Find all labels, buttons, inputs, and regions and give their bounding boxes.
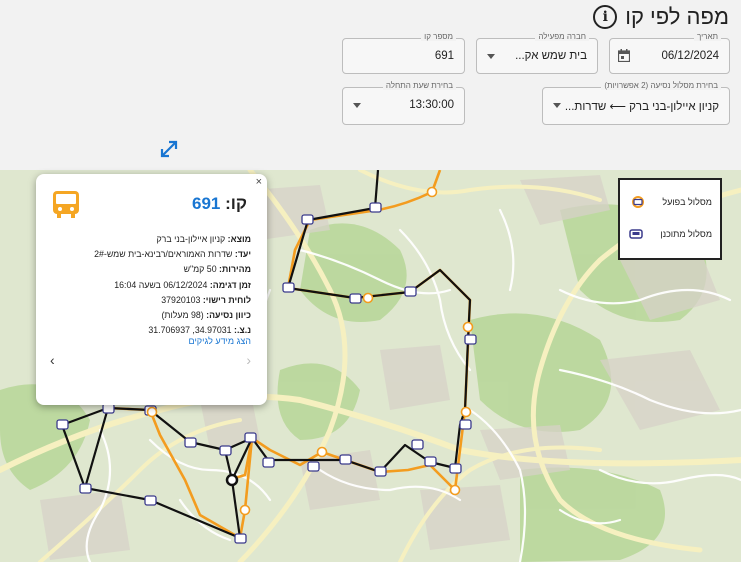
date-label: תאריך [693,32,721,41]
popup-row-sample-time: זמן דגימה: 06/12/2024 בשעה 16:04 [114,279,251,290]
legend-actual-row: מסלול בפועל [630,196,712,208]
date-field[interactable]: תאריך 06/12/2024 [609,32,730,74]
popup-row-destination: יעד: שדרות האמוראים/רבינא-בית שמש-2# [94,249,251,260]
calendar-icon[interactable] [618,49,630,62]
route-select[interactable]: בחירת מסלול נסיעה (2 אפשרויות) קניון איי… [542,81,730,125]
popup-details: מוצא: קניון איילון-בני ברק יעד: שדרות הא… [51,232,251,338]
current-position-marker[interactable] [225,473,239,487]
popup-line-label: קו: [225,194,247,213]
line-number-field[interactable]: מספר קו 691 [342,32,465,74]
info-icon[interactable]: i [593,5,618,29]
planned-route-icon [629,229,643,239]
operator-value: בית שמש אק... [515,50,587,62]
vehicle-info-popup: × קו: 691 מוצא: קניון איילון-בני ברק יעד… [36,174,267,405]
page-title: מפה לפי קו [625,4,729,29]
start-time-label: בחירת שעת התחלה [382,81,456,90]
operator-label: חברה מפעילה [535,32,589,41]
legend-planned-label: מסלול מתוכנן [660,229,712,239]
start-time-value: 13:30:00 [409,99,454,111]
map-legend: מסלול בפועל מסלול מתוכנן [618,178,722,260]
page-title-wrap: מפה לפי קו i [593,4,729,30]
popup-prev-button[interactable]: ‹ [50,352,55,368]
chevron-down-icon[interactable] [553,103,561,108]
popup-row-speed: מהירות: 50 קמ"ש [183,264,251,275]
popup-row-license-plate: לוחית רישוי: 37920103 [161,294,251,305]
popup-line-heading: קו: 691 [192,194,247,214]
bus-icon [53,191,79,218]
chevron-down-icon[interactable] [487,54,495,59]
legend-planned-row: מסלול מתוכנן [628,228,712,240]
popup-line-number: 691 [191,194,221,213]
line-number-value: 691 [434,50,454,62]
date-value: 06/12/2024 [661,50,719,62]
close-icon[interactable]: × [256,176,262,188]
filters-header: מפה לפי קו i תאריך 06/12/2024 חברה מפעיל… [0,0,741,170]
expand-icon[interactable] [158,138,180,160]
popup-next-button[interactable]: › [246,352,251,368]
popup-row-origin: מוצא: קניון איילון-בני ברק [156,234,251,244]
start-time-select[interactable]: בחירת שעת התחלה 13:30:00 [342,81,465,125]
popup-row-direction: כיוון נסיעה: (98 מעלות) [161,310,251,321]
line-number-label: מספר קו [421,32,456,41]
route-value: קניון איילון-בני ברק ⟵ שדרות... [564,101,719,113]
legend-actual-label: מסלול בפועל [662,197,712,207]
show-geek-info-link[interactable]: הצג מידע לגיקים [189,336,251,346]
chevron-down-icon[interactable] [353,103,361,108]
route-label: בחירת מסלול נסיעה (2 אפשרויות) [601,81,721,90]
operator-select[interactable]: חברה מפעילה בית שמש אק... [476,32,598,74]
actual-route-icon [632,196,645,208]
